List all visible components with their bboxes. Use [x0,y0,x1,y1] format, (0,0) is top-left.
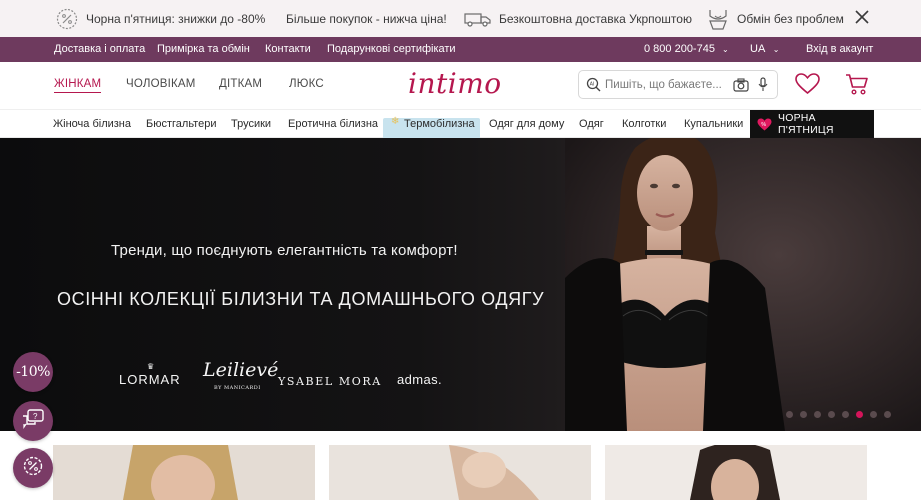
chat-support-icon: ? [22,408,44,434]
heart-percent-icon: % [757,118,772,131]
category-tights[interactable]: Колготки [622,110,666,138]
carousel-dot[interactable] [814,411,821,418]
hero-title: ОСІННІ КОЛЕКЦІЇ БІЛИЗНИ ТА ДОМАШНЬОГО ОД… [57,289,545,309]
chevron-down-icon: ⌄ [772,45,780,54]
brand-ysabel-mora-logo: YSABEL MORA [278,375,382,388]
svg-text:?: ? [33,412,38,421]
cart-icon[interactable] [845,73,869,101]
discount-label: -10% [16,364,50,380]
promo-more-purchases[interactable]: Більше покупок - нижча ціна! [286,0,447,37]
camera-icon[interactable] [733,78,749,97]
lormar-crest-icon: ♛ [147,362,156,371]
promo-text: Чорна п'ятниця: знижки до -80% [86,11,266,26]
svg-text:AI: AI [590,82,595,88]
settings-button[interactable] [13,448,53,488]
tab-luxury[interactable]: ЛЮКС [289,78,324,90]
black-friday-button[interactable]: % ЧОРНА П'ЯТНИЦЯ [750,110,874,138]
promo-exchange[interactable]: Обмін без проблем [705,0,844,37]
exchange-lingerie-icon [705,8,731,30]
carousel-dot-active[interactable] [856,411,863,418]
carousel-dot[interactable] [870,411,877,418]
delivery-truck-icon [463,8,493,30]
category-nav: Жіноча білизна Бюстгальтери Трусики Ерот… [0,109,921,139]
percent-badge-icon [54,8,80,30]
language-select[interactable]: UA ⌄ [750,37,779,62]
category-cards [0,431,921,500]
carousel-dot[interactable] [884,411,891,418]
card-image [605,445,867,500]
utility-bar: Доставка і оплата Примірка та обмін Конт… [0,37,921,62]
search-input[interactable] [605,76,725,94]
close-icon[interactable] [855,8,871,28]
tab-women[interactable]: ЖІНКАМ [54,78,102,93]
chat-button[interactable]: ? [13,401,53,441]
settings-badge-icon [22,455,44,482]
category-card[interactable] [53,445,315,500]
main-header: ЖІНКАМ ЧОЛОВІКАМ ДІТКАМ ЛЮКС intimo AI [0,62,921,109]
category-clothing[interactable]: Одяг [579,110,604,138]
search-icon[interactable]: AI [586,77,601,97]
brand-lormar-logo: ♛ LORMAR [119,362,181,387]
heart-icon[interactable] [795,73,820,100]
phone-dropdown[interactable]: 0 800 200-745 ⌄ [644,37,729,62]
site-logo[interactable]: intimo [408,67,502,100]
category-bras[interactable]: Бюстгальтери [146,110,216,138]
carousel-dot[interactable] [786,411,793,418]
carousel-dot[interactable] [800,411,807,418]
svg-text:%: % [761,122,766,128]
language-value: UA [750,43,765,55]
login-link[interactable]: Вхід в акаунт [806,37,873,62]
link-contacts[interactable]: Контакти [265,37,311,62]
category-card[interactable] [329,445,591,500]
category-erotic-lingerie[interactable]: Еротична білизна [288,110,378,138]
tab-men[interactable]: ЧОЛОВІКАМ [126,78,196,90]
category-card[interactable] [605,445,867,500]
brand-admas-logo: admas. [397,372,443,387]
carousel-dot[interactable] [842,411,849,418]
microphone-icon[interactable] [758,77,768,98]
promo-text: Обмін без проблем [737,11,844,26]
hero-banner[interactable]: Тренди, що поєднують елегантність та ком… [0,138,921,431]
carousel-dot[interactable] [828,411,835,418]
category-swimwear[interactable]: Купальники [684,110,743,138]
promo-bar: Чорна п'ятниця: знижки до -80% Більше по… [0,0,921,37]
link-fitting-exchange[interactable]: Примірка та обмін [157,37,250,62]
link-delivery-payment[interactable]: Доставка і оплата [54,37,145,62]
hero-model-image [565,138,921,431]
brand-leilieve-logo: Leilievé BY MANICARDI [203,359,279,391]
category-panties[interactable]: Трусики [231,110,271,138]
card-image [329,445,591,500]
hero-subtitle: Тренди, що поєднують елегантність та ком… [111,242,458,259]
category-thermo[interactable]: Термобілизна [404,110,475,138]
promo-text: Безкоштовна доставка Укрпоштою [499,11,692,26]
promo-black-friday[interactable]: Чорна п'ятниця: знижки до -80% [54,0,265,37]
category-homewear[interactable]: Одяг для дому [489,110,564,138]
tab-kids[interactable]: ДІТКАМ [219,78,262,90]
phone-number: 0 800 200-745 [644,43,715,55]
promo-free-delivery[interactable]: Безкоштовна доставка Укрпоштою [463,0,692,37]
link-gift-certificates[interactable]: Подарункові сертифікати [327,37,456,62]
promo-text: Більше покупок - нижча ціна! [286,11,447,26]
category-women-lingerie[interactable]: Жіноча білизна [53,110,131,138]
snowflake-icon: ❄ [391,116,400,127]
chevron-down-icon: ⌄ [722,45,729,54]
search-box[interactable]: AI [578,70,778,99]
discount-button[interactable]: -10% [13,352,53,392]
black-friday-label: ЧОРНА П'ЯТНИЦЯ [778,112,834,136]
carousel-dots [786,411,891,421]
card-image [53,445,315,500]
